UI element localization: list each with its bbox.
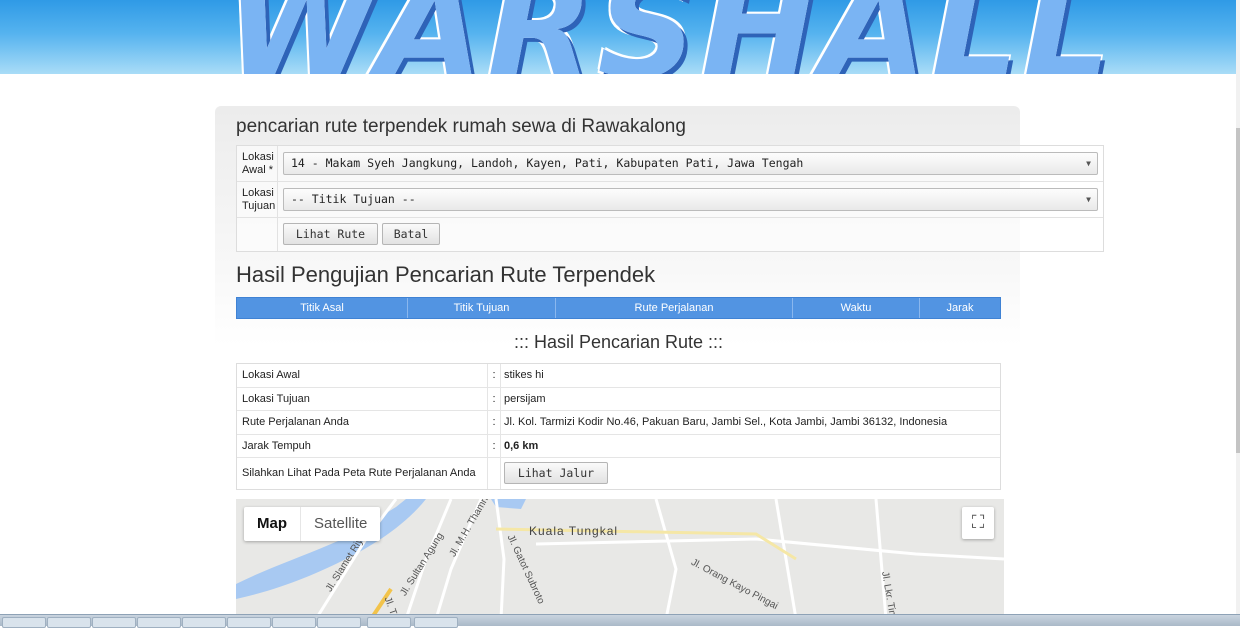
destination-label: Lokasi Tujuan xyxy=(237,182,278,217)
start-button[interactable] xyxy=(2,617,46,628)
fullscreen-icon: ⛶ xyxy=(971,512,985,532)
taskbar-app-icon[interactable] xyxy=(317,617,361,628)
row-value: persijam xyxy=(504,392,546,405)
taskbar-app-icon[interactable] xyxy=(272,617,316,628)
column-header-distance: Jarak xyxy=(946,302,974,314)
taskbar-app-icon[interactable] xyxy=(367,617,411,628)
view-path-button[interactable]: Lihat Jalur xyxy=(504,462,608,484)
start-location-select[interactable]: 14 - Makam Syeh Jangkung, Landoh, Kayen,… xyxy=(283,152,1098,175)
column-header-time: Waktu xyxy=(793,298,920,318)
header-banner: WARSHALL xyxy=(0,0,1236,74)
destination-select[interactable]: -- Titik Tujuan -- ▼ xyxy=(283,188,1098,211)
row-value: 0,6 km xyxy=(504,439,539,452)
row-separator: : xyxy=(487,387,501,410)
chevron-down-icon: ▼ xyxy=(1086,195,1091,204)
cancel-button[interactable]: Batal xyxy=(382,223,440,245)
table-row: Jarak Tempuh : 0,6 km xyxy=(237,434,1000,458)
row-separator: : xyxy=(487,411,501,434)
route-map[interactable]: Kuala Tungkal Jl. Slamet Riyadi Jl. Sult… xyxy=(236,499,1004,619)
table-row: Rute Perjalanan Anda : Jl. Kol. Tarmizi … xyxy=(237,411,1000,435)
start-location-value: 14 - Makam Syeh Jangkung, Landoh, Kayen,… xyxy=(291,156,804,170)
table-row: Lokasi Tujuan : persijam xyxy=(237,387,1000,411)
search-result-heading: ::: Hasil Pencarian Rute ::: xyxy=(513,332,724,352)
chevron-down-icon: ▼ xyxy=(1086,159,1091,168)
destination-row: Lokasi Tujuan -- Titik Tujuan -- ▼ xyxy=(237,182,1103,218)
table-row: Silahkan Lihat Pada Peta Rute Perjalanan… xyxy=(237,458,1000,489)
fullscreen-button[interactable]: ⛶ xyxy=(962,507,994,539)
results-table-header: Titik Asal Titik Tujuan Rute Perjalanan … xyxy=(236,297,1001,319)
destination-value: -- Titik Tujuan -- xyxy=(291,192,416,206)
column-header-route: Rute Perjalanan xyxy=(556,298,793,318)
form-actions-label-cell xyxy=(237,218,278,251)
row-label: Jarak Tempuh xyxy=(242,439,311,452)
map-tab-satellite[interactable]: Satellite xyxy=(300,507,380,541)
table-row: Lokasi Awal : stikes hi xyxy=(237,364,1000,388)
page-scrollbar[interactable] xyxy=(1236,0,1240,614)
start-location-label: Lokasi Awal * xyxy=(237,146,278,181)
banner-logo-text: WARSHALL xyxy=(225,0,1111,74)
row-value: Jl. Kol. Tarmizi Kodir No.46, Pakuan Bar… xyxy=(504,416,948,428)
column-header-destination: Titik Tujuan xyxy=(408,298,556,318)
map-town-label: Kuala Tungkal xyxy=(529,524,619,538)
row-label: Silahkan Lihat Pada Peta Rute Perjalanan… xyxy=(242,467,476,479)
scrollbar-thumb[interactable] xyxy=(1236,128,1240,453)
form-actions-row: Lihat Rute Batal xyxy=(237,218,1103,251)
route-search-form: Lokasi Awal * 14 - Makam Syeh Jangkung, … xyxy=(236,145,1104,252)
taskbar-app-icon[interactable] xyxy=(92,617,136,628)
taskbar-app-icon[interactable] xyxy=(414,617,458,628)
taskbar-app-icon[interactable] xyxy=(227,617,271,628)
row-value: stikes hi xyxy=(504,369,544,381)
row-label: Lokasi Tujuan xyxy=(242,392,310,405)
view-route-button[interactable]: Lihat Rute xyxy=(283,223,378,245)
row-separator xyxy=(487,458,501,489)
row-label: Rute Perjalanan Anda xyxy=(242,416,350,428)
taskbar-app-icon[interactable] xyxy=(137,617,181,628)
taskbar-app-icon[interactable] xyxy=(182,617,226,628)
start-location-row: Lokasi Awal * 14 - Makam Syeh Jangkung, … xyxy=(237,146,1103,182)
form-heading: pencarian rute terpendek rumah sewa di R… xyxy=(236,116,686,137)
os-taskbar xyxy=(0,614,1240,628)
map-tab-map[interactable]: Map xyxy=(244,507,300,541)
column-header-origin: Titik Asal xyxy=(237,298,408,318)
row-label: Lokasi Awal xyxy=(242,369,300,381)
results-heading: Hasil Pengujian Pencarian Rute Terpendek xyxy=(236,262,656,287)
row-separator: : xyxy=(487,364,501,387)
row-separator: : xyxy=(487,434,501,457)
taskbar-app-icon[interactable] xyxy=(47,617,91,628)
search-result-table: Lokasi Awal : stikes hi Lokasi Tujuan : … xyxy=(236,363,1001,490)
map-type-control: Map Satellite xyxy=(244,507,381,541)
